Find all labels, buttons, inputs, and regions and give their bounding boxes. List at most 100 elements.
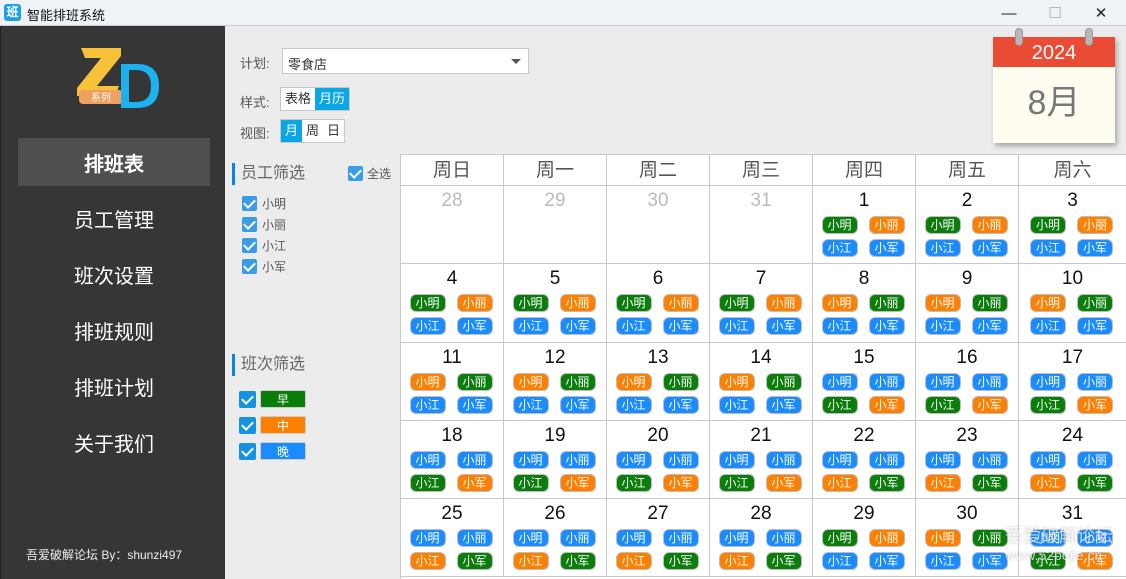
shift-chip[interactable]: 小军 xyxy=(868,473,905,492)
shift-chip[interactable]: 小军 xyxy=(971,473,1008,492)
shift-chip[interactable]: 小明 xyxy=(512,372,549,391)
shift-chip[interactable]: 小江 xyxy=(409,317,446,336)
select-all-checkbox[interactable]: 全选 xyxy=(348,165,391,182)
shift-chip[interactable]: 小明 xyxy=(821,294,858,313)
day-cell[interactable]: 28 小明 小丽 小江 小军 xyxy=(710,499,813,578)
view-option-day[interactable]: 日 xyxy=(323,120,344,142)
shift-chip[interactable]: 小明 xyxy=(512,450,549,469)
shift-chip[interactable]: 小江 xyxy=(924,552,961,571)
shift-chip[interactable]: 小江 xyxy=(924,317,961,336)
shift-chip[interactable]: 小丽 xyxy=(1077,294,1113,313)
shift-chip[interactable]: 小军 xyxy=(662,552,699,571)
day-cell[interactable]: 13 小明 小丽 小江 小军 xyxy=(607,342,710,421)
shift-chip[interactable]: 小江 xyxy=(718,395,755,414)
shift-chip[interactable]: 小丽 xyxy=(765,294,802,313)
shift-chip[interactable]: 小军 xyxy=(765,473,802,492)
day-cell[interactable]: 31 xyxy=(710,186,813,265)
shift-chip[interactable]: 小军 xyxy=(868,395,905,414)
shift-chip[interactable]: 小军 xyxy=(559,317,596,336)
shift-chip[interactable]: 小江 xyxy=(1030,317,1066,336)
shift-chip[interactable]: 小丽 xyxy=(1077,529,1113,548)
shift-chip[interactable]: 小军 xyxy=(971,395,1008,414)
shift-chip[interactable]: 小江 xyxy=(821,317,858,336)
day-cell[interactable]: 28 xyxy=(401,186,504,265)
shift-chip[interactable]: 小军 xyxy=(559,473,596,492)
day-cell[interactable]: 15 小明 小丽 小江 小军 xyxy=(813,342,916,421)
day-cell[interactable]: 10 小明 小丽 小江 小军 xyxy=(1019,264,1126,343)
shift-chip[interactable]: 小丽 xyxy=(559,294,596,313)
shift-chip[interactable]: 小江 xyxy=(409,473,446,492)
shift-filter-item[interactable]: 晚 xyxy=(239,442,306,460)
shift-chip[interactable]: 小江 xyxy=(512,473,549,492)
day-cell[interactable]: 31 小明 小丽 小江 小军 xyxy=(1019,499,1126,578)
shift-chip[interactable]: 小江 xyxy=(1030,239,1066,257)
shift-chip[interactable]: 小明 xyxy=(718,529,755,548)
shift-chip[interactable]: 小明 xyxy=(1030,216,1066,234)
day-cell[interactable]: 12 小明 小丽 小江 小军 xyxy=(504,342,607,421)
shift-chip[interactable]: 小江 xyxy=(512,395,549,414)
sidebar-item-shift-settings[interactable]: 班次设置 xyxy=(18,250,210,298)
shift-chip[interactable]: 小军 xyxy=(559,395,596,414)
style-option-table[interactable]: 表格 xyxy=(281,88,315,110)
shift-chip[interactable]: 小丽 xyxy=(971,450,1008,469)
shift-chip[interactable]: 小军 xyxy=(559,552,596,571)
shift-chip[interactable]: 小丽 xyxy=(868,372,905,391)
shift-chip[interactable]: 小明 xyxy=(409,372,446,391)
day-cell[interactable]: 1 小明 小丽 小江 小军 xyxy=(813,186,916,265)
shift-chip[interactable]: 小江 xyxy=(1030,552,1066,571)
shift-chip[interactable]: 小明 xyxy=(718,450,755,469)
shift-chip[interactable]: 小丽 xyxy=(456,294,493,313)
shift-chip[interactable]: 小军 xyxy=(1077,552,1113,571)
employee-filter-item[interactable]: 小明 xyxy=(242,195,286,212)
shift-chip[interactable]: 小江 xyxy=(512,317,549,336)
shift-chip[interactable]: 小明 xyxy=(924,216,961,234)
day-cell[interactable]: 30 xyxy=(607,186,710,265)
day-cell[interactable]: 17 小明 小丽 小江 小军 xyxy=(1019,343,1126,421)
shift-chip[interactable]: 小明 xyxy=(409,294,446,313)
shift-chip[interactable]: 小明 xyxy=(821,529,858,548)
day-cell[interactable]: 29 小明 小丽 小江 小军 xyxy=(813,499,916,578)
shift-chip[interactable]: 小军 xyxy=(1077,395,1113,414)
shift-chip[interactable]: 小丽 xyxy=(765,372,802,391)
shift-chip[interactable]: 小江 xyxy=(821,552,858,571)
employee-filter-item[interactable]: 小江 xyxy=(242,237,286,254)
shift-chip[interactable]: 小丽 xyxy=(971,294,1008,313)
day-cell[interactable]: 4 小明 小丽 小江 小军 xyxy=(401,264,504,343)
shift-chip[interactable]: 小军 xyxy=(868,552,905,571)
shift-chip[interactable]: 小江 xyxy=(409,395,446,414)
shift-chip[interactable]: 小明 xyxy=(615,529,652,548)
shift-chip[interactable]: 小明 xyxy=(821,216,858,234)
shift-chip[interactable]: 小丽 xyxy=(765,529,802,548)
shift-chip[interactable]: 小军 xyxy=(971,239,1008,257)
day-cell[interactable]: 3 小明 小丽 小江 小军 xyxy=(1019,186,1126,265)
shift-chip[interactable]: 小丽 xyxy=(868,450,905,469)
employee-filter-item[interactable]: 小丽 xyxy=(242,216,286,233)
shift-chip[interactable]: 小明 xyxy=(1030,529,1066,548)
shift-chip[interactable]: 小丽 xyxy=(1077,450,1113,469)
shift-chip[interactable]: 小丽 xyxy=(456,372,493,391)
day-cell[interactable]: 7 小明 小丽 小江 小军 xyxy=(710,264,813,343)
shift-chip[interactable]: 小明 xyxy=(821,372,858,391)
shift-chip[interactable]: 小江 xyxy=(718,473,755,492)
shift-chip[interactable]: 小丽 xyxy=(868,529,905,548)
employee-filter-item[interactable]: 小军 xyxy=(242,258,286,275)
shift-chip[interactable]: 小明 xyxy=(615,372,652,391)
shift-chip[interactable]: 小江 xyxy=(718,552,755,571)
shift-chip[interactable]: 小丽 xyxy=(559,372,596,391)
shift-chip[interactable]: 小军 xyxy=(456,552,493,571)
shift-chip[interactable]: 小丽 xyxy=(971,372,1008,391)
shift-chip[interactable]: 小军 xyxy=(1077,473,1113,492)
shift-chip[interactable]: 小明 xyxy=(718,294,755,313)
shift-chip[interactable]: 小明 xyxy=(821,450,858,469)
shift-chip[interactable]: 小军 xyxy=(662,395,699,414)
day-cell[interactable]: 19 小明 小丽 小江 小军 xyxy=(504,420,607,500)
shift-chip[interactable]: 小军 xyxy=(456,395,493,414)
day-cell[interactable]: 22 小明 小丽 小江 小军 xyxy=(813,420,916,500)
shift-chip[interactable]: 小江 xyxy=(409,552,446,571)
shift-chip[interactable]: 小军 xyxy=(456,473,493,492)
maximize-button[interactable]: ☐ xyxy=(1032,0,1078,26)
shift-chip[interactable]: 小江 xyxy=(924,395,961,414)
shift-chip[interactable]: 小江 xyxy=(924,239,961,257)
shift-chip[interactable]: 小明 xyxy=(512,294,549,313)
day-cell[interactable]: 2 小明 小丽 小江 小军 xyxy=(916,186,1019,265)
